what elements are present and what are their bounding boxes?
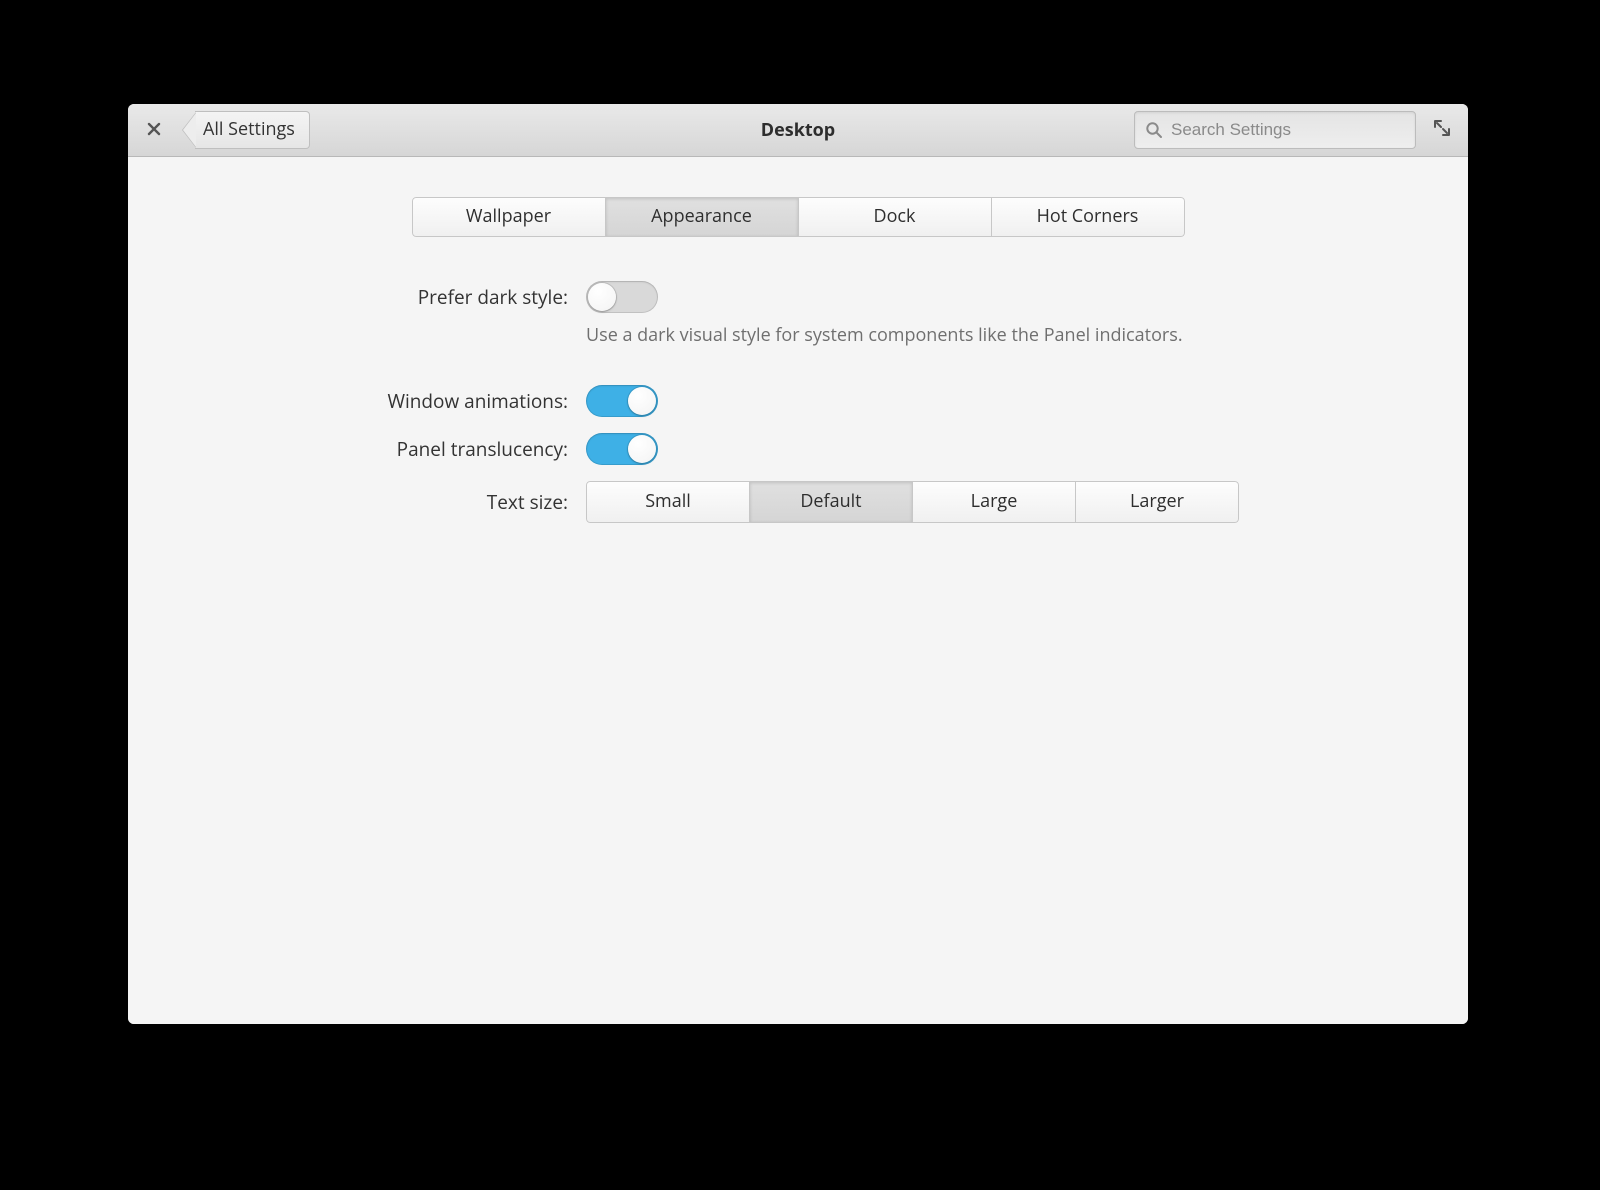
text-size-switcher: Small Default Large Larger (586, 481, 1239, 523)
tab-hot-corners[interactable]: Hot Corners (992, 197, 1185, 237)
back-button[interactable]: All Settings (182, 112, 310, 148)
titlebar: All Settings Desktop (128, 104, 1468, 157)
text-size-large[interactable]: Large (913, 481, 1076, 523)
search-field[interactable] (1134, 111, 1416, 149)
search-icon (1145, 121, 1163, 139)
search-input[interactable] (1169, 119, 1405, 141)
tab-dock[interactable]: Dock (799, 197, 992, 237)
tab-appearance[interactable]: Appearance (606, 197, 799, 237)
text-size-small[interactable]: Small (586, 481, 750, 523)
text-size-default[interactable]: Default (750, 481, 913, 523)
maximize-button[interactable] (1426, 114, 1458, 146)
label-panel-translucency: Panel translucency: (128, 436, 568, 462)
back-button-label: All Settings (195, 111, 310, 149)
tab-wallpaper[interactable]: Wallpaper (412, 197, 606, 237)
toggle-window-animations[interactable] (586, 385, 658, 417)
label-text-size: Text size: (128, 489, 568, 515)
appearance-form: Prefer dark style: Use a dark visual sty… (128, 281, 1468, 523)
text-size-larger[interactable]: Larger (1076, 481, 1239, 523)
view-switcher: Wallpaper Appearance Dock Hot Corners (128, 197, 1468, 237)
maximize-icon (1434, 119, 1450, 141)
toggle-dark-style[interactable] (586, 281, 658, 313)
close-icon (147, 119, 161, 141)
settings-window: All Settings Desktop (128, 104, 1468, 1024)
description-dark-style: Use a dark visual style for system compo… (586, 323, 1246, 347)
window-body: Wallpaper Appearance Dock Hot Corners Pr… (128, 157, 1468, 1024)
label-window-animations: Window animations: (128, 388, 568, 414)
close-button[interactable] (138, 114, 170, 146)
toggle-panel-translucency[interactable] (586, 433, 658, 465)
label-dark-style: Prefer dark style: (128, 284, 568, 310)
